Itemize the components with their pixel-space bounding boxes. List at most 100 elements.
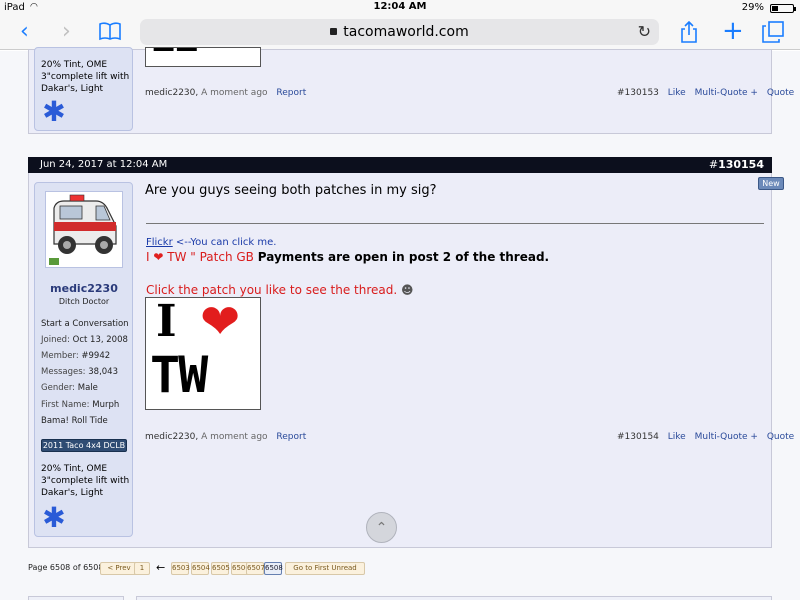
page-button[interactable]: 6504 [191, 562, 210, 575]
user-title: Ditch Doctor [58, 297, 110, 306]
battery-icon [770, 4, 796, 13]
multi-quote-link[interactable]: Multi-Quote + [695, 432, 758, 442]
tabs-icon[interactable] [762, 21, 784, 49]
page-button[interactable]: 6505 [211, 562, 230, 575]
post-header: Jun 24, 2017 at 12:04 AM #130154 [28, 157, 772, 173]
page-jump-arrow-icon: ← [156, 561, 166, 574]
scroll-to-top-button[interactable]: ⌃ [366, 512, 397, 543]
patch-gb-link[interactable]: TW " Patch GB [167, 250, 254, 264]
messages-value: 38,043 [88, 367, 118, 377]
user-sig: 20% Tint, OME 3"complete lift with Dakar… [41, 463, 129, 499]
flickr-link[interactable]: Flickr [146, 237, 173, 248]
user-motto: Bama! Roll Tide [41, 416, 108, 426]
member-label: Member: [41, 351, 79, 361]
previous-sig: 20% Tint, OME 3"complete lift with Dakar… [41, 59, 129, 95]
previous-post-meta: medic2230, A moment ago Report [145, 88, 306, 98]
battery-percent: 29% [741, 2, 764, 13]
status-bar: iPad ◠ 12:04 AM 29% [0, 0, 800, 16]
post-message: Are you guys seeing both patches in my s… [145, 183, 437, 198]
new-tab-icon[interactable]: + [722, 18, 744, 44]
post [28, 157, 772, 548]
patch-i-letter: I [156, 296, 177, 347]
messages-label: Messages: [41, 367, 86, 377]
back-icon[interactable]: ‹ [20, 20, 29, 44]
page-first-button[interactable]: 1 [134, 562, 150, 575]
like-link[interactable]: Like [668, 88, 686, 98]
flickr-note: <--You can click me. [175, 237, 277, 248]
post-time: A moment ago [201, 88, 268, 98]
user-firstname: First Name: Murph [41, 400, 119, 411]
quote-link[interactable]: Quote [767, 88, 794, 98]
signature-flickr-line: Flickr <--You can click me. [146, 237, 276, 248]
signature-click-line: Click the patch you like to see the thre… [146, 283, 414, 297]
post-author-link[interactable]: medic2230, [145, 432, 198, 442]
sig-i-text: I [146, 250, 150, 264]
ambulance-image [46, 192, 122, 267]
username[interactable]: medic2230 [40, 282, 128, 295]
sig-line: 20% Tint, OME [41, 464, 108, 474]
post-author-link[interactable]: medic2230, [145, 88, 198, 98]
clock: 12:04 AM [373, 1, 427, 12]
avatar[interactable] [45, 191, 123, 268]
post-number-value: 130154 [718, 158, 764, 171]
post-actions: #130154 Like Multi-Quote + Quote [617, 432, 794, 442]
sig-line: Dakar's, Light [41, 84, 104, 94]
pagination: Page 6508 of 6508 < Prev 1 ← 6503 6504 6… [28, 561, 788, 576]
hash-symbol: # [708, 158, 719, 171]
chevron-up-icon: ⌃ [375, 520, 388, 536]
joined-value: Oct 13, 2008 [72, 335, 128, 345]
heart-icon: ❤ [153, 250, 164, 264]
signature-patch-line: I ❤ TW " Patch GB Payments are open in p… [146, 250, 549, 264]
sig-line: 3"complete lift with [41, 476, 130, 486]
user-joined: Joined: Oct 13, 2008 [41, 335, 128, 346]
page-label: Page 6508 of 6508 [28, 563, 104, 572]
previous-patch-image[interactable]: ▀▀ ▀▀ [145, 47, 261, 67]
signature-divider [146, 223, 764, 224]
firstname-value: Murph [92, 400, 120, 410]
like-link[interactable]: Like [668, 432, 686, 442]
address-bar[interactable]: tacomaworld.com ↻ [140, 19, 659, 45]
post-meta: medic2230, A moment ago Report [145, 432, 306, 442]
reload-icon[interactable]: ↻ [638, 19, 651, 45]
patch-image[interactable]: I ❤ TW [145, 294, 261, 410]
sig-line: 3"complete lift with [41, 72, 130, 82]
sig-line: Dakar's, Light [41, 488, 104, 498]
url-text: tacomaworld.com [343, 24, 469, 40]
new-badge: New [758, 177, 784, 190]
bookmarks-icon[interactable] [98, 21, 122, 47]
post-time: A moment ago [201, 432, 268, 442]
prev-page-button[interactable]: < Prev [100, 562, 138, 575]
page-button[interactable]: 6503 [171, 562, 190, 575]
page-content: 20% Tint, OME 3"complete lift with Dakar… [0, 47, 800, 600]
share-icon[interactable] [680, 20, 698, 49]
go-to-first-unread-button[interactable]: Go to First Unread [285, 562, 365, 575]
post-number[interactable]: #130154 [617, 432, 659, 442]
page-button[interactable]: 6507 [246, 562, 265, 575]
patch-heart-icon: ❤ [200, 294, 241, 350]
gender-value: Male [77, 383, 98, 393]
joined-label: Joined: [41, 335, 70, 345]
post-date: Jun 24, 2017 at 12:04 AM [40, 159, 168, 170]
post-permalink[interactable]: #130154 [709, 158, 764, 171]
sig-line: 20% Tint, OME [41, 60, 108, 70]
quote-link[interactable]: Quote [767, 432, 794, 442]
start-conversation-link[interactable]: Start a Conversation [41, 319, 129, 330]
member-value: #9942 [81, 351, 111, 361]
forward-icon[interactable]: › [62, 20, 71, 44]
bottom-panel [136, 596, 772, 600]
battery-level [772, 6, 778, 11]
lock-icon [330, 28, 338, 35]
current-page-button[interactable]: 6508 [264, 562, 283, 575]
report-link[interactable]: Report [276, 88, 306, 98]
patch-tw-text: TW [150, 346, 208, 404]
bottom-tab [28, 596, 124, 600]
truck-badge: 2011 Taco 4x4 DCLB [41, 439, 127, 452]
click-patch-text: Click the patch you like to see the thre… [146, 283, 398, 297]
firstname-label: First Name: [41, 400, 90, 410]
previous-post-actions: #130153 Like Multi-Quote + Quote [617, 88, 794, 98]
star-of-life-icon: ✱ [42, 501, 66, 534]
multi-quote-link[interactable]: Multi-Quote + [695, 88, 758, 98]
star-of-life-icon: ✱ [42, 95, 66, 128]
report-link[interactable]: Report [276, 432, 306, 442]
post-number[interactable]: #130153 [617, 88, 659, 98]
